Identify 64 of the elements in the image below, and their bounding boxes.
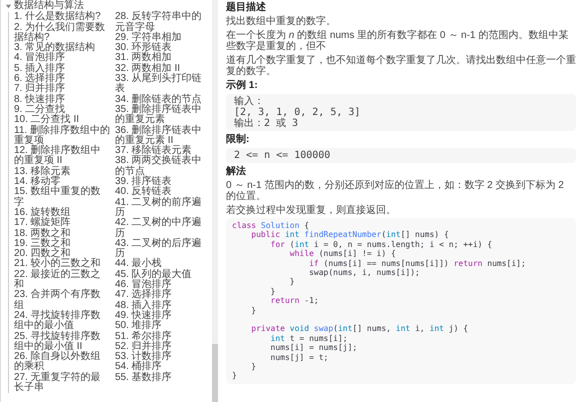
tree-item[interactable]: 50. 堆排序 [113,321,211,332]
tree-item[interactable]: 27. 无重复字符的最长子串 [12,372,110,394]
tree-item-label: 数据结构与算法 [14,1,84,11]
tree-item[interactable]: 31. 两数相加 [113,53,211,64]
section-heading: 题目描述 [226,2,267,14]
example-line: 输入： [234,96,265,106]
paragraph: 道有几个数字重复了，也不知道每个数字重复了几次。请找出数组中任意一个重复的数字。 [226,54,576,78]
tree-item[interactable]: 48. 插入排序 [113,300,211,311]
tree-item[interactable]: 44. 最小栈 [113,259,211,270]
code-line: } [270,286,276,296]
section-heading: 解法 [226,166,247,178]
code-line: } [250,306,258,316]
tree-item[interactable]: 17. 螺旋矩阵 [12,218,110,229]
code-line: if (nums[i] == nums[nums[i]]) return nums[i]; [308,258,527,268]
code-line: for (int i = 0, n = nums.length; i < n; ++i) { [270,240,494,250]
code-line: } [250,362,258,372]
code-line: nums[i] = nums[j]; [270,343,358,353]
code-line: class Solution { [232,221,310,230]
tree-item[interactable]: 54. 桶排序 [113,362,211,373]
code-line: private void swap(int[] nums, int i, int j) { [250,324,470,334]
tree-item[interactable]: 7. 归并排序 [12,84,110,95]
section-heading: 限制: [226,134,250,146]
paragraph: 若交换过程中发现重复，则直接返回。 [226,204,397,216]
code-line: return -1; [270,296,320,306]
paragraph: 0 ～ n-1 范围内的数，分别还原到对应的位置上，如：数字 2 交换到下标为 2 的位置。 [226,180,565,202]
tree-item[interactable]: 26. 除自身以外数组的乘积 [12,352,110,373]
tree-item[interactable]: 13. 移除元素 [12,166,110,178]
code-line: swap(nums, i, nums[i]); [308,268,421,278]
tree-item[interactable]: 51. 希尔排序 [113,332,211,342]
tree-item[interactable]: 40. 反转链表 [113,187,211,198]
tree-item[interactable]: 数据结构与算法 [5,1,211,12]
example-line: [2, 3, 1, 0, 2, 5, 3] [234,106,362,118]
tree-item[interactable]: 33. 从尾到头打印链表 [113,74,211,95]
code-line: } [232,371,238,381]
tree-item[interactable]: 34. 删除链表的节点 [113,94,211,105]
section-heading: 示例 1: [226,80,259,92]
tree-item[interactable]: 23. 合并两个有序数组 [12,290,110,311]
code-line: while (nums[i] != i) { [288,249,396,259]
tree-item[interactable]: 47. 选择排序 [113,290,211,301]
tree-item[interactable]: 8. 快速排序 [12,94,110,105]
tree-item[interactable]: 10. 二分查找 II [12,115,110,126]
tree-item[interactable]: 19. 三数之和 [12,238,110,250]
tree-item[interactable]: 1. 什么是数据结构? [12,12,110,23]
code-line: nums[j] = t; [270,352,330,362]
caret-icon[interactable] [5,2,12,10]
tree-item[interactable]: 15. 数组中重复的数字 [12,187,110,208]
paragraph: 找出数组中重复的数字。 [226,16,337,28]
tree-item[interactable]: 18. 两数之和 [12,228,110,239]
tree-item[interactable]: 20. 四数之和 [12,249,110,260]
tree-item[interactable]: 35. 删除排序链表中的重复元素 [113,104,211,126]
tree-item[interactable]: 28. 反转字符串中的元音字母 [113,12,211,33]
paragraph: 在一个长度为 n 的数组 nums 里的所有数字都在 0 ～ n-1 的范围内。数组中某些数字是重复的，但不 [226,30,570,52]
tree-item[interactable]: 21. 较小的三数之和 [12,259,110,270]
example-line: 2 <= n <= 100000 [234,150,332,160]
tree-item[interactable]: 55. 基数排序 [113,372,211,383]
tree-item[interactable]: 42. 二叉树的中序遍历 [113,218,211,239]
scrollbar[interactable] [212,0,218,402]
tree-item[interactable]: 24. 寻找旋转排序数组中的最小值 [12,310,110,332]
code-line: int t = nums[i]; [270,334,349,344]
code-line: } [288,277,296,287]
tree-item[interactable]: 12. 删除排序数组中的重复项 II [12,146,110,167]
code-line: public int findRepeatNumber(int[] nums) { [250,230,450,240]
example-line: 输出：2 或 3 [234,118,298,128]
tree-item[interactable]: 4. 冒泡排序 [12,53,110,64]
